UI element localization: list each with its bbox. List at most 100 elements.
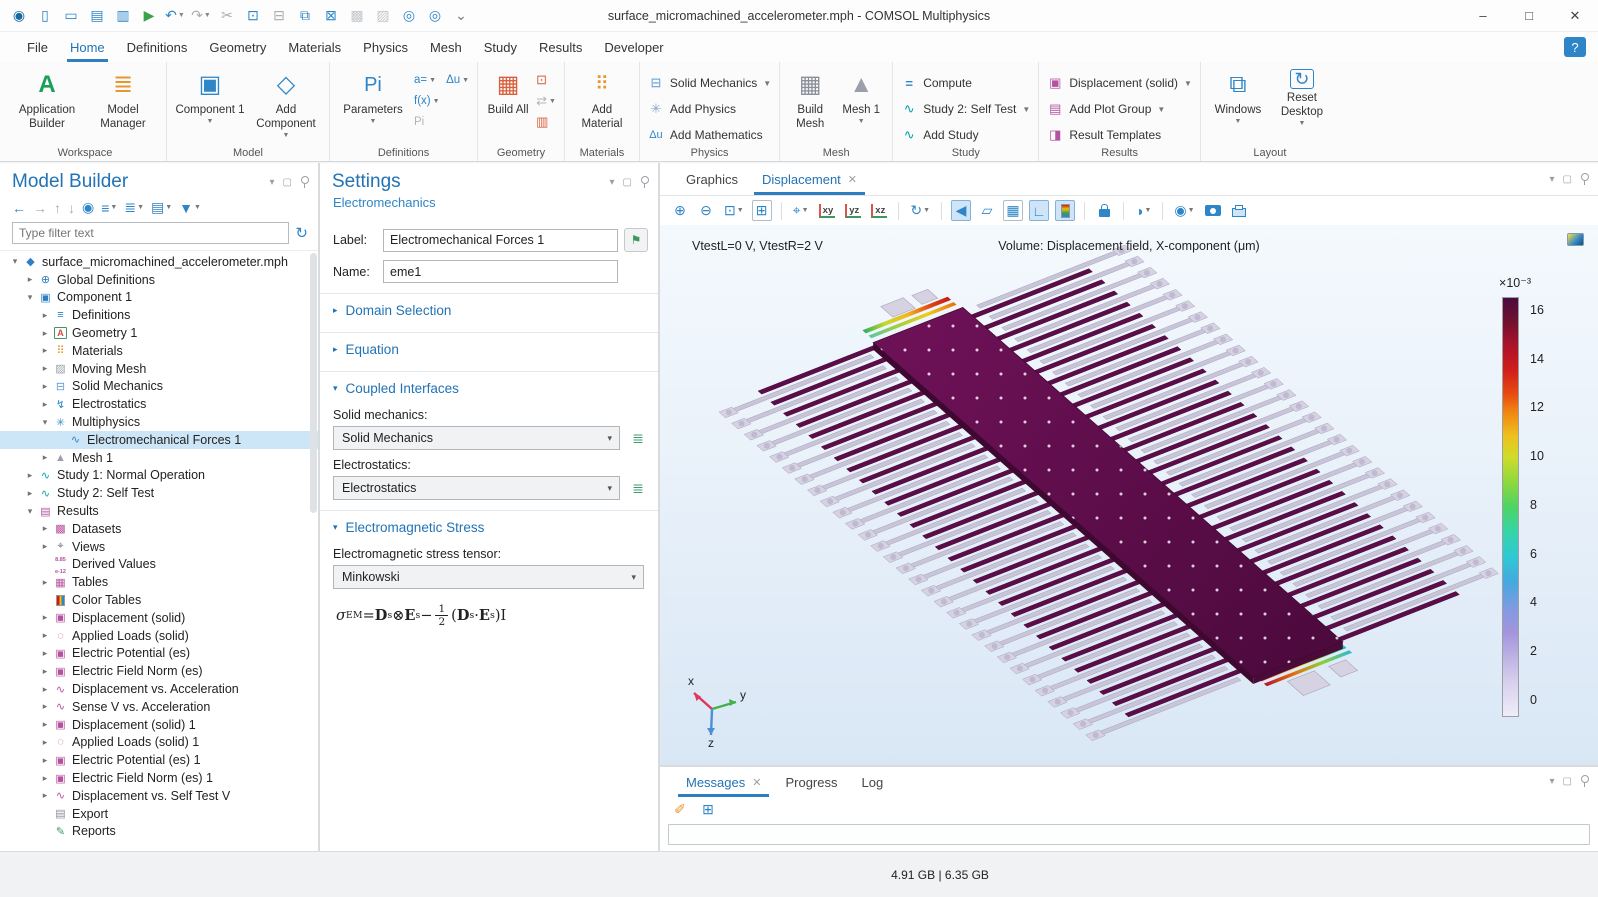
deselect-box-icon[interactable]: ▨ — [372, 5, 394, 27]
plot-group-button[interactable]: ▣ Displacement (solid)▼ — [1047, 71, 1192, 95]
tree-item[interactable]: ▸≡Definitions — [0, 306, 318, 324]
tree-expander-icon[interactable]: ▸ — [38, 790, 52, 801]
maximize-button[interactable]: □ — [1506, 0, 1552, 32]
menu-definitions[interactable]: Definitions — [116, 32, 199, 62]
comsol-logo-icon[interactable]: ◉ — [8, 5, 30, 27]
refresh-icon[interactable]: ↻ — [295, 224, 308, 242]
save-as-icon[interactable]: ▥ — [112, 5, 134, 27]
customize-toolbar-icon[interactable]: ⌄ — [450, 5, 472, 27]
tree-item[interactable]: ▾✳Multiphysics — [0, 413, 318, 431]
physics-interface-button[interactable]: ⊟ Solid Mechanics▼ — [648, 71, 771, 95]
run-icon[interactable]: ▶ — [138, 5, 160, 27]
tree-expander-icon[interactable]: ▸ — [38, 684, 52, 695]
name-field[interactable] — [383, 260, 618, 283]
tree-expander-icon[interactable]: ▸ — [38, 630, 52, 641]
menu-home[interactable]: Home — [59, 32, 116, 62]
tree-item[interactable]: ▸⠿Materials — [0, 342, 318, 360]
tree-expander-icon[interactable]: ▸ — [38, 773, 52, 784]
tree-item[interactable]: ▸◌Applied Loads (solid) 1 — [0, 734, 318, 752]
close-tab-icon[interactable]: ✕ — [752, 776, 761, 789]
accelerometer-3d-model[interactable] — [660, 225, 1598, 765]
panel-menu-icon[interactable]: ▾ — [1550, 776, 1555, 787]
tree-item[interactable]: ✎Reports — [0, 823, 318, 841]
tree-item[interactable]: ▸▦Tables — [0, 573, 318, 591]
add-component-button[interactable]: ◇ Add Component▼ — [251, 67, 321, 140]
copy-table-icon[interactable]: ⊞ — [698, 799, 718, 820]
messages-tab-messages[interactable]: Messages✕ — [674, 767, 773, 797]
save-icon[interactable]: ▤ — [86, 5, 108, 27]
add-material-button[interactable]: ⠿ Add Material — [573, 67, 631, 132]
section-coupled-interfaces[interactable]: ▾ Coupled Interfaces — [320, 371, 658, 404]
zoom-extents-icon[interactable]: ⊞ — [752, 200, 772, 221]
panel-pin-icon[interactable] — [640, 176, 648, 188]
cut-icon[interactable]: ✂ — [216, 5, 238, 27]
electrostatics-select[interactable]: Electrostatics — [333, 476, 620, 500]
tree-expander-icon[interactable]: ▸ — [38, 310, 52, 321]
zoom-in-icon[interactable]: ⊕ — [670, 200, 690, 221]
menu-geometry[interactable]: Geometry — [198, 32, 277, 62]
copy-icon[interactable]: ⊡ — [242, 5, 264, 27]
menu-study[interactable]: Study — [473, 32, 528, 62]
tree-expander-icon[interactable]: ▸ — [38, 755, 52, 766]
panel-pin-icon[interactable] — [1580, 173, 1588, 185]
view-xz-icon[interactable]: xz — [869, 200, 889, 221]
select-box-icon[interactable]: ▩ — [346, 5, 368, 27]
model-tree-node-text-icon[interactable]: ▤▼ — [151, 199, 172, 216]
go-forward-icon[interactable]: → — [33, 200, 47, 216]
parameters-button[interactable]: Pi Parameters▼ — [338, 67, 408, 126]
tree-expander-icon[interactable]: ▸ — [38, 648, 52, 659]
tree-expander-icon[interactable]: ▾ — [38, 417, 52, 428]
new-file-icon[interactable]: ▯ — [34, 5, 56, 27]
tree-expander-icon[interactable]: ▸ — [38, 399, 52, 410]
sync-geometry-icon[interactable]: ⇄▼ — [536, 92, 556, 110]
go-back-icon[interactable]: ← — [12, 200, 26, 216]
add-plot-group-button[interactable]: ▤ Add Plot Group▼ — [1047, 97, 1192, 121]
tree-expander-icon[interactable]: ▸ — [23, 488, 37, 499]
plot-thumbnail-icon[interactable] — [1567, 233, 1584, 246]
tree-scrollbar[interactable] — [310, 253, 317, 513]
clear-log-icon[interactable]: ✐ — [670, 799, 690, 820]
search-settings-icon[interactable]: ◎ — [424, 5, 446, 27]
snapshot-icon[interactable] — [1203, 200, 1223, 221]
scene-light-icon[interactable]: ◀ — [951, 200, 971, 221]
tree-item[interactable]: ▸▣Displacement (solid) — [0, 609, 318, 627]
tree-expander-icon[interactable]: ▸ — [38, 666, 52, 677]
plot-area[interactable]: VtestL=0 V, VtestR=2 V Volume: Displacem… — [660, 225, 1598, 765]
panel-menu-icon[interactable]: ▾ — [270, 177, 275, 188]
panel-float-icon[interactable]: ▢ — [623, 177, 632, 188]
reset-desktop-button[interactable]: ↻ Reset Desktop▼ — [1273, 67, 1331, 128]
add-physics-button[interactable]: ✳ Add Physics — [648, 97, 771, 121]
tree-item[interactable]: ▸▣Displacement (solid) 1 — [0, 716, 318, 734]
tree-item[interactable]: ▸∿Study 2: Self Test — [0, 484, 318, 502]
mesh-1-button[interactable]: ▲ Mesh 1▼ — [838, 67, 884, 126]
functions-button[interactable]: f(x)▼ — [414, 92, 469, 110]
tree-expander-icon[interactable]: ▸ — [38, 381, 52, 392]
tree-item[interactable]: ▸⊕Global Definitions — [0, 271, 318, 289]
move-up-icon[interactable]: ↑ — [54, 200, 61, 216]
application-builder-button[interactable]: A Application Builder — [12, 67, 82, 132]
tree-item[interactable]: ▸∿Displacement vs. Acceleration — [0, 680, 318, 698]
delete-icon[interactable]: ⊠ — [320, 5, 342, 27]
study-2-button[interactable]: ∿ Study 2: Self Test▼ — [901, 97, 1030, 121]
update-plot-icon[interactable]: ◉▼ — [1172, 200, 1196, 221]
graphics-tab-graphics[interactable]: Graphics — [674, 163, 750, 195]
view-yz-icon[interactable]: yz — [843, 200, 863, 221]
parameter-case-button[interactable]: Pi — [414, 113, 469, 131]
tree-item[interactable]: ▸∿Study 1: Normal Operation — [0, 467, 318, 485]
tree-expander-icon[interactable]: ▸ — [38, 345, 52, 356]
tree-item[interactable]: ▸▨Moving Mesh — [0, 360, 318, 378]
compute-button[interactable]: = Compute — [901, 71, 1030, 95]
tree-expander-icon[interactable]: ▸ — [38, 577, 52, 588]
tree-expander-icon[interactable]: ▸ — [38, 523, 52, 534]
close-button[interactable]: ✕ — [1552, 0, 1598, 32]
tree-expander-icon[interactable]: ▾ — [8, 256, 22, 267]
build-mesh-button[interactable]: ▦ Build Mesh — [788, 67, 832, 132]
duplicate-icon[interactable]: ⧉ — [294, 5, 316, 27]
redo-icon[interactable]: ↷▼ — [190, 5, 212, 27]
transparency-icon[interactable]: ▱ — [977, 200, 997, 221]
import-geometry-icon[interactable]: ⊡ — [536, 71, 556, 89]
tree-expander-icon[interactable]: ▸ — [23, 470, 37, 481]
zoom-box-icon[interactable]: ⊡▼ — [722, 200, 746, 221]
tree-item[interactable]: ▾◆surface_micromachined_accelerometer.mp… — [0, 253, 318, 271]
menu-file[interactable]: File — [16, 32, 59, 62]
